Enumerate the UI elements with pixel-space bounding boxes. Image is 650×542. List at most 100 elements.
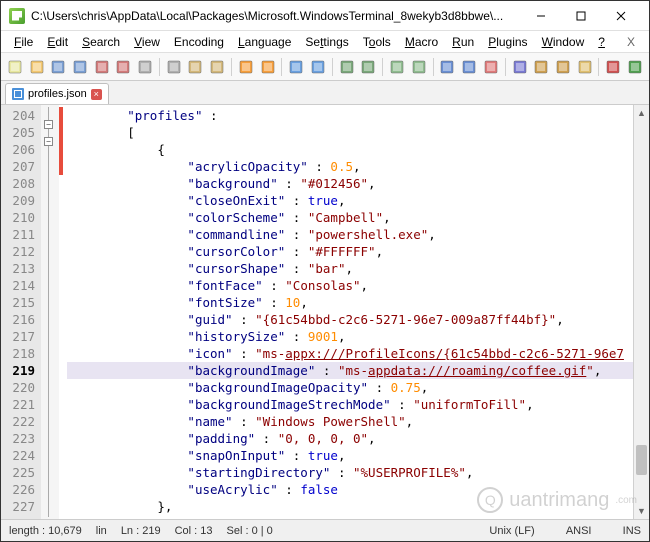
menu-run[interactable]: Run — [445, 32, 481, 52]
record-button[interactable] — [603, 57, 623, 77]
menu-macro[interactable]: Macro — [398, 32, 445, 52]
code-line[interactable]: [ — [67, 124, 649, 141]
menu-window[interactable]: Window — [535, 32, 592, 52]
undo-button[interactable] — [236, 57, 256, 77]
menu-search[interactable]: Search — [75, 32, 127, 52]
scroll-down-icon[interactable]: ▼ — [634, 503, 649, 519]
zoom-out-button[interactable] — [358, 57, 378, 77]
menu-language[interactable]: Language — [231, 32, 298, 52]
code-line[interactable]: "fontSize" : 10, — [67, 294, 649, 311]
zoom-in-button[interactable] — [337, 57, 357, 77]
code-line[interactable]: "name" : "Windows PowerShell", — [67, 413, 649, 430]
close-button[interactable] — [92, 57, 112, 77]
code-line[interactable]: "backgroundImage" : "ms-appdata:///roami… — [67, 362, 649, 379]
code-line[interactable]: }, — [67, 498, 649, 515]
new-button[interactable] — [5, 57, 25, 77]
line-number: 214 — [1, 277, 35, 294]
code-line[interactable]: "background" : "#012456", — [67, 175, 649, 192]
scroll-up-icon[interactable]: ▲ — [634, 105, 649, 121]
code-line[interactable]: "icon" : "ms-appx:///ProfileIcons/{61c54… — [67, 345, 649, 362]
print-button[interactable] — [135, 57, 155, 77]
play-button[interactable] — [625, 57, 645, 77]
line-number: 208 — [1, 175, 35, 192]
paste-button[interactable] — [207, 57, 227, 77]
fold-toggle[interactable]: − — [44, 137, 53, 146]
find-button[interactable] — [286, 57, 306, 77]
code-line[interactable]: "colorScheme" : "Campbell", — [67, 209, 649, 226]
replace-button[interactable] — [308, 57, 328, 77]
cut-icon — [167, 60, 181, 74]
lang-icon — [513, 60, 527, 74]
code-line[interactable]: "snapOnInput" : true, — [67, 447, 649, 464]
code-line[interactable]: "useAcrylic" : false — [67, 481, 649, 498]
code-line[interactable]: "backgroundImageStrechMode" : "uniformTo… — [67, 396, 649, 413]
copy-button[interactable] — [186, 57, 206, 77]
line-number: 210 — [1, 209, 35, 226]
paste-icon — [210, 60, 224, 74]
toolbar-separator — [332, 58, 333, 76]
lang-button[interactable] — [510, 57, 530, 77]
tab-close-button[interactable]: × — [91, 89, 102, 100]
save-button[interactable] — [48, 57, 68, 77]
sync-h-button[interactable] — [409, 57, 429, 77]
menu-settings[interactable]: Settings — [298, 32, 355, 52]
code-line[interactable]: "backgroundImageOpacity" : 0.75, — [67, 379, 649, 396]
line-number: 218 — [1, 345, 35, 362]
func-list-icon — [556, 60, 570, 74]
code-line[interactable]: "fontFace" : "Consolas", — [67, 277, 649, 294]
menu-edit[interactable]: Edit — [40, 32, 75, 52]
replace-icon — [311, 60, 325, 74]
cut-button[interactable] — [164, 57, 184, 77]
code-line[interactable]: "closeOnExit" : true, — [67, 192, 649, 209]
close-all-button[interactable] — [114, 57, 134, 77]
code-line[interactable]: "guid" : "{61c54bbd-c2c6-5271-96e7-009a8… — [67, 311, 649, 328]
print-icon — [138, 60, 152, 74]
redo-button[interactable] — [258, 57, 278, 77]
func-list-button[interactable] — [553, 57, 573, 77]
code-line[interactable]: "startingDirectory" : "%USERPROFILE%", — [67, 464, 649, 481]
line-number: 204 — [1, 107, 35, 124]
code-line[interactable]: "commandline" : "powershell.exe", — [67, 226, 649, 243]
close-button[interactable] — [601, 2, 641, 30]
tab-strip: profiles.json × — [1, 81, 649, 105]
toolbar-separator — [231, 58, 232, 76]
code-line[interactable]: { — [67, 141, 649, 158]
toolbar-separator — [382, 58, 383, 76]
maximize-button[interactable] — [561, 2, 601, 30]
fold-margin[interactable]: −− — [41, 105, 59, 519]
folder-button[interactable] — [575, 57, 595, 77]
line-number: 209 — [1, 192, 35, 209]
code-line[interactable]: "profiles" : — [67, 107, 649, 124]
record-icon — [606, 60, 620, 74]
doc-map-button[interactable] — [531, 57, 551, 77]
menu-x[interactable]: X — [619, 32, 643, 52]
line-number: 222 — [1, 413, 35, 430]
indent-guide-button[interactable] — [481, 57, 501, 77]
code-line[interactable]: "padding" : "0, 0, 0, 0", — [67, 430, 649, 447]
vertical-scrollbar[interactable]: ▲ ▼ — [633, 105, 649, 519]
code-line[interactable]: "cursorShape" : "bar", — [67, 260, 649, 277]
code-content[interactable]: "profiles" : [ { "acrylicOpacity" : 0.5,… — [63, 105, 649, 519]
open-button[interactable] — [27, 57, 47, 77]
menu-help[interactable]: ? — [591, 32, 612, 52]
title-bar: C:\Users\chris\AppData\Local\Packages\Mi… — [1, 1, 649, 31]
wrap-button[interactable] — [438, 57, 458, 77]
menu-tools[interactable]: Tools — [356, 32, 398, 52]
save-all-button[interactable] — [70, 57, 90, 77]
code-line[interactable]: "acrylicOpacity" : 0.5, — [67, 158, 649, 175]
scroll-thumb[interactable] — [636, 445, 647, 475]
all-chars-button[interactable] — [459, 57, 479, 77]
code-line[interactable]: "cursorColor" : "#FFFFFF", — [67, 243, 649, 260]
menu-plugins[interactable]: Plugins — [481, 32, 534, 52]
editor-area[interactable]: 2042052062072082092102112122132142152162… — [1, 105, 649, 519]
tab-profiles-json[interactable]: profiles.json × — [5, 83, 109, 104]
line-number: 224 — [1, 447, 35, 464]
menu-file[interactable]: File — [7, 32, 40, 52]
code-line[interactable]: "historySize" : 9001, — [67, 328, 649, 345]
window-title: C:\Users\chris\AppData\Local\Packages\Mi… — [31, 9, 521, 23]
menu-encoding[interactable]: Encoding — [167, 32, 231, 52]
fold-toggle[interactable]: − — [44, 120, 53, 129]
menu-view[interactable]: View — [127, 32, 167, 52]
sync-v-button[interactable] — [387, 57, 407, 77]
minimize-button[interactable] — [521, 2, 561, 30]
